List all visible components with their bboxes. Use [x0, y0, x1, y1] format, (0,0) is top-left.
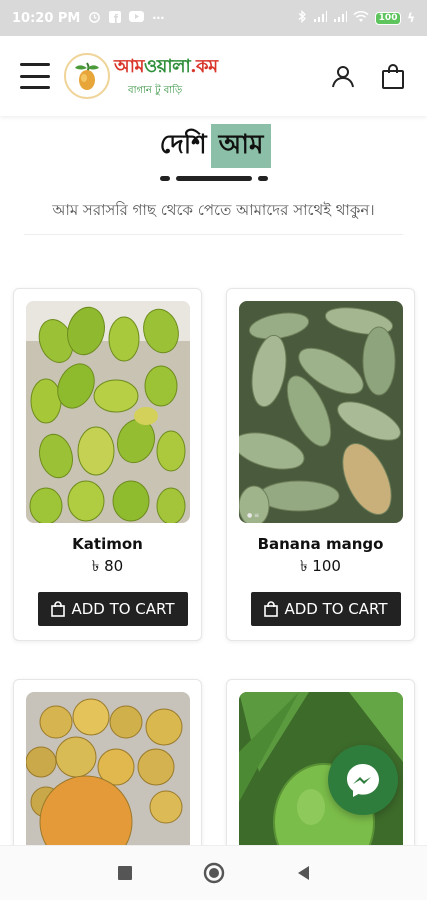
- recents-button[interactable]: [110, 858, 140, 888]
- category-section-header: দেশি আম আম সরাসরি গাছ থেকে পেতে আমাদের সা…: [0, 116, 427, 235]
- circle-icon: [203, 862, 224, 884]
- category-title: দেশি আম: [0, 124, 427, 168]
- product-price: ৳ 100: [300, 557, 341, 575]
- svg-text:● ≡: ● ≡: [247, 512, 259, 519]
- title-divider: [0, 176, 427, 181]
- battery-icon: 100: [375, 11, 402, 25]
- square-icon: [117, 866, 132, 880]
- product-image[interactable]: [26, 301, 190, 523]
- facebook-icon: [109, 10, 122, 26]
- logo-tagline: বাগান টু বাড়ি: [128, 85, 183, 96]
- status-bar: 10:20 PM ⋯ 100 ϟ: [0, 0, 427, 36]
- user-icon[interactable]: [329, 62, 357, 90]
- menu-icon[interactable]: [20, 63, 50, 89]
- product-name[interactable]: Banana mango: [239, 535, 402, 553]
- more-dots-icon: ⋯: [152, 11, 165, 25]
- bluetooth-icon: [298, 9, 307, 26]
- charging-icon: ϟ: [407, 11, 415, 25]
- signal-icon: [313, 10, 328, 26]
- shopping-bag-icon: [51, 601, 66, 617]
- home-button[interactable]: [199, 858, 229, 888]
- add-to-cart-label: ADD TO CART: [71, 600, 175, 618]
- add-to-cart-button[interactable]: ADD TO CART: [38, 592, 188, 626]
- product-image[interactable]: ● ≡: [239, 301, 403, 523]
- mango-logo-icon: [64, 53, 110, 99]
- shopping-bag-icon[interactable]: [379, 62, 407, 90]
- product-price: ৳ 80: [91, 557, 124, 575]
- logo-title: আমওয়ালা.কম: [114, 56, 218, 77]
- youtube-icon: [129, 11, 145, 25]
- wifi-icon: [353, 10, 369, 26]
- messenger-icon: [347, 764, 379, 797]
- add-to-cart-button[interactable]: ADD TO CART: [251, 592, 401, 626]
- product-name[interactable]: Katimon: [26, 535, 189, 553]
- back-button[interactable]: [288, 858, 318, 888]
- site-header: আমওয়ালা.কম বাগান টু বাড়ি: [0, 36, 427, 116]
- product-card-banana-mango[interactable]: ● ≡ Banana mango ৳ 100 ADD TO CART: [226, 288, 415, 641]
- category-description: আম সরাসরি গাছ থেকে পেতে আমাদের সাথেই থাক…: [52, 201, 375, 219]
- messenger-chat-button[interactable]: [328, 745, 398, 815]
- divider: [24, 233, 403, 235]
- signal-icon: [333, 10, 348, 26]
- system-nav-bar: [0, 845, 427, 900]
- shopping-bag-icon: [264, 601, 279, 617]
- site-logo[interactable]: আমওয়ালা.কম বাগান টু বাড়ি: [64, 52, 218, 100]
- product-card-katimon[interactable]: Katimon ৳ 80 ADD TO CART: [13, 288, 202, 641]
- triangle-back-icon: [297, 866, 309, 880]
- alarm-icon: [88, 10, 101, 26]
- add-to-cart-label: ADD TO CART: [284, 600, 388, 618]
- status-time: 10:20 PM: [12, 10, 81, 26]
